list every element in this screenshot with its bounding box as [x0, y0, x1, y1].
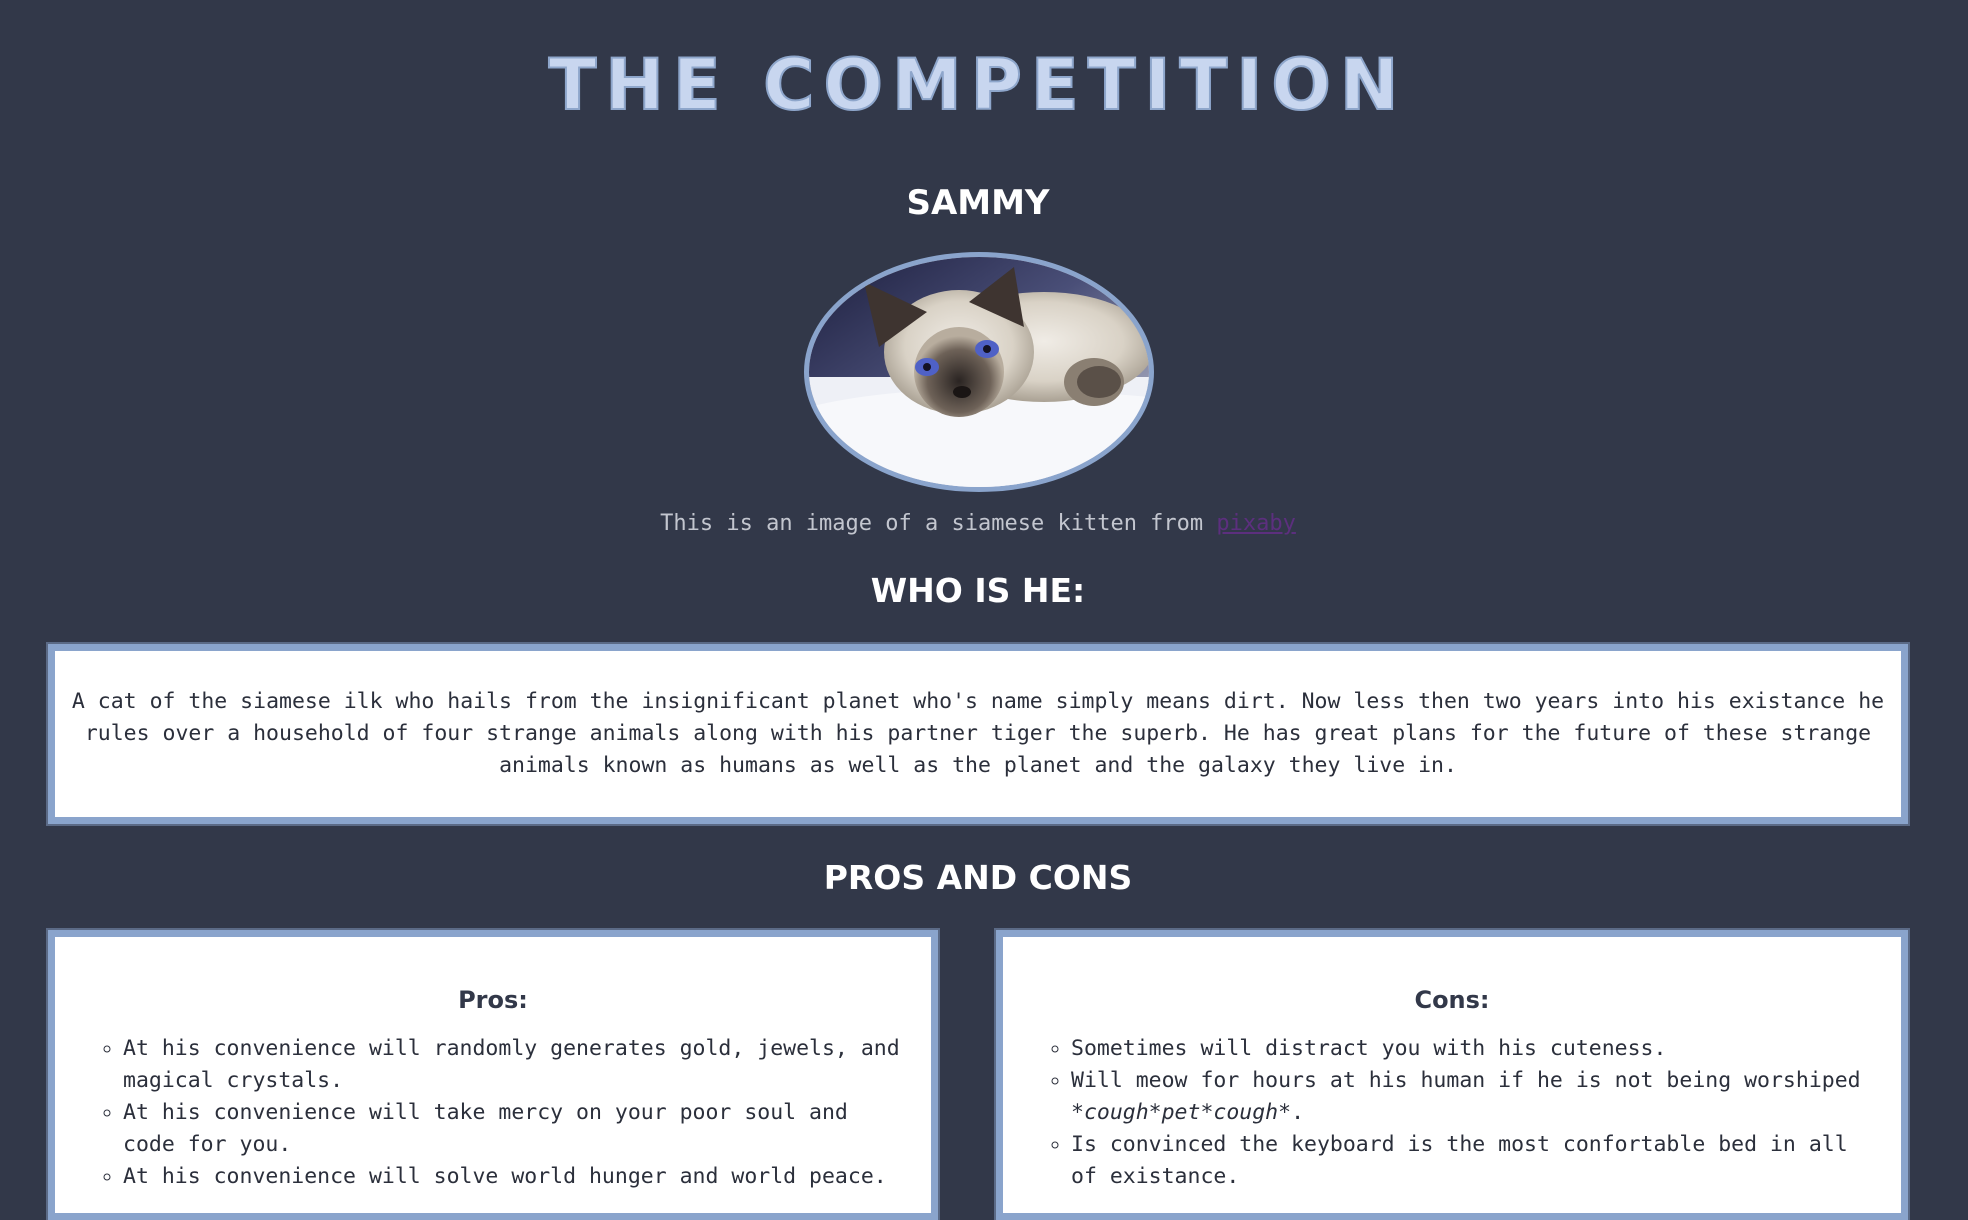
who-is-he-heading: WHO IS HE: [870, 571, 1086, 610]
pros-and-cons-heading: PROS AND CONS [823, 858, 1133, 897]
about-text: A cat of the siamese ilk who hails from … [71, 689, 1885, 778]
cat-name-heading: SAMMY [906, 183, 1050, 223]
caption-text: This is an image of a siamese kitten fro… [660, 511, 1217, 536]
about-box: A cat of the siamese ilk who hails from … [46, 642, 1910, 826]
cons-list-item: Is convinced the keyboard is the most co… [1071, 1129, 1881, 1193]
pros-list-item: At his convenience will randomly generat… [123, 1033, 911, 1097]
pros-box: Pros: At his convenience will randomly g… [46, 928, 940, 1220]
pros-title: Pros: [458, 986, 528, 1014]
cons-box: Cons: Sometimes will distract you with h… [994, 928, 1910, 1220]
pros-list-item: At his convenience will take mercy on yo… [123, 1097, 911, 1161]
cons-list-item: Sometimes will distract you with his cut… [1071, 1033, 1881, 1065]
cons-item-emphasis: *cough*pet*cough* [1071, 1100, 1292, 1125]
pros-list-item: At his convenience will solve world hung… [123, 1161, 911, 1193]
cons-item-end: . [1291, 1100, 1305, 1125]
page-title: THE COMPETITION [548, 43, 1408, 127]
cons-list-item: Will meow for hours at his human if he i… [1071, 1065, 1881, 1129]
cons-list: Sometimes will distract you with his cut… [1003, 1033, 1901, 1193]
kitten-photo [804, 252, 1154, 492]
photo-caption: This is an image of a siamese kitten fro… [0, 508, 1956, 540]
pixaby-link[interactable]: pixaby [1216, 511, 1295, 536]
cons-item-text: Will meow for hours at his human if he i… [1071, 1068, 1861, 1093]
pros-list: At his convenience will randomly generat… [55, 1033, 931, 1193]
kitten-image [809, 257, 1149, 487]
cons-title: Cons: [1414, 986, 1490, 1014]
